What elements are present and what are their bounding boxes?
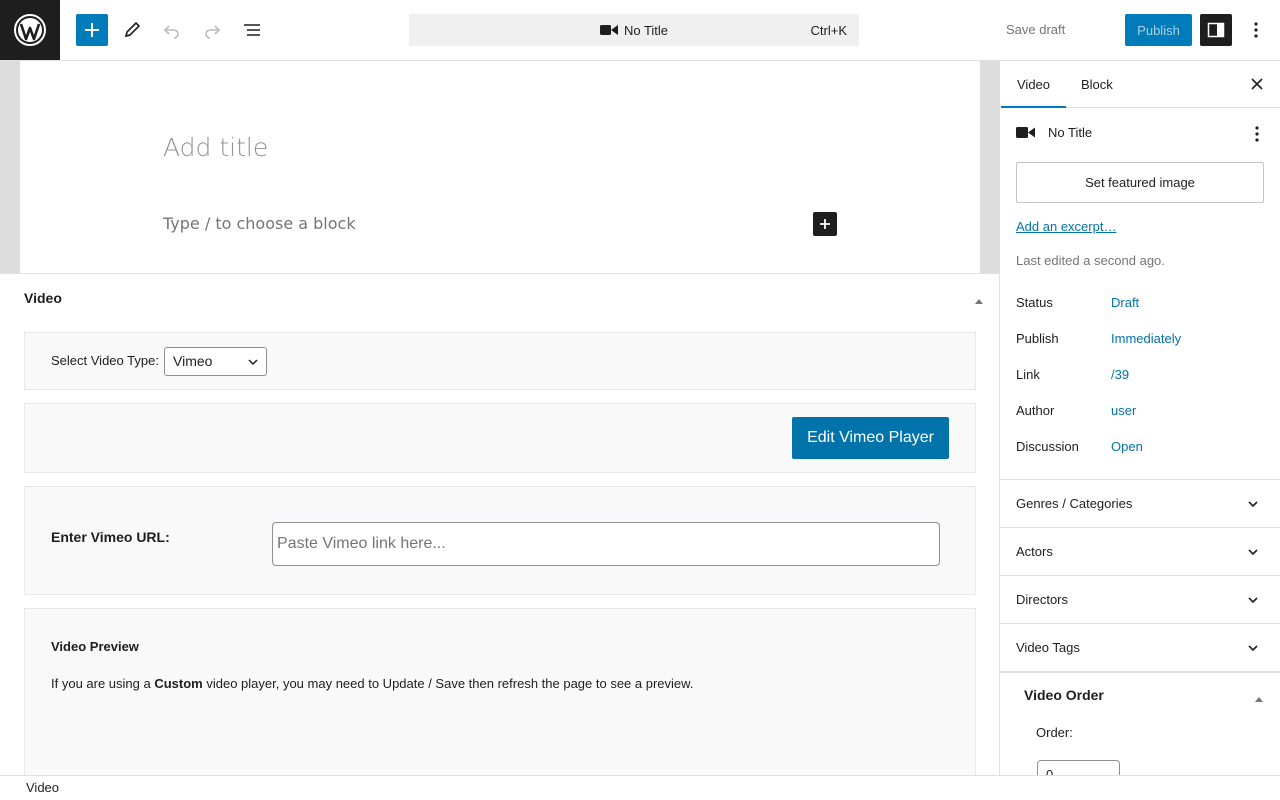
publish-button[interactable]: Publish — [1125, 14, 1192, 46]
publish-value[interactable]: Immediately — [1111, 331, 1181, 346]
add-block-button[interactable] — [76, 14, 108, 46]
video-order-title[interactable]: Video Order — [1024, 687, 1104, 703]
tab-block[interactable]: Block — [1065, 61, 1129, 108]
metabox-toggle[interactable] — [974, 292, 984, 310]
chevron-down-icon[interactable] — [1246, 641, 1260, 655]
caret-up-icon — [975, 299, 983, 304]
redo-button[interactable] — [196, 14, 228, 46]
video-type-panel: Select Video Type: Vimeo — [24, 332, 976, 390]
video-preview-text: If you are using a Custom video player, … — [51, 676, 694, 691]
video-type-value: Vimeo — [173, 353, 213, 369]
panel-genres-categories[interactable]: Genres / Categories — [1016, 496, 1132, 511]
status-value[interactable]: Draft — [1111, 295, 1139, 310]
command-palette-bar[interactable]: No Title Ctrl+K — [409, 14, 859, 46]
more-vertical-icon — [1254, 22, 1258, 38]
wordpress-logo-icon[interactable] — [0, 0, 60, 60]
discussion-value[interactable]: Open — [1111, 439, 1143, 454]
panel-video-tags[interactable]: Video Tags — [1016, 640, 1080, 655]
video-type-select[interactable]: Vimeo — [164, 347, 267, 376]
caret-up-icon — [1255, 697, 1263, 702]
post-title-input[interactable]: Add title — [163, 133, 268, 162]
chevron-down-icon[interactable] — [1246, 497, 1260, 511]
tab-video[interactable]: Video — [1001, 61, 1067, 108]
pencil-icon — [124, 21, 141, 38]
editor-canvas-wrapper: Add title Type / to choose a block — [0, 61, 999, 273]
command-title: No Title — [623, 22, 669, 38]
list-view-icon — [244, 24, 260, 36]
divider — [1000, 527, 1280, 528]
editor-content-area: Add title Type / to choose a block Video… — [0, 61, 999, 775]
chevron-down-icon — [248, 359, 258, 366]
plus-icon — [820, 219, 830, 229]
options-menu-button[interactable] — [1240, 14, 1272, 46]
tools-pencil-button[interactable] — [116, 14, 148, 46]
post-title: No Title — [1048, 125, 1093, 140]
editor-canvas: Add title Type / to choose a block — [20, 61, 980, 273]
command-shortcut: Ctrl+K — [810, 23, 847, 38]
metabox-title[interactable]: Video — [24, 290, 62, 306]
edit-vimeo-player-button[interactable]: Edit Vimeo Player — [792, 417, 949, 459]
chevron-down-icon[interactable] — [1246, 545, 1260, 559]
editor-header: No Title Ctrl+K Save draft Publish — [0, 0, 1280, 61]
divider — [1000, 623, 1280, 624]
sidebar-icon — [1207, 22, 1225, 38]
document-overview-button[interactable] — [236, 14, 268, 46]
video-camera-icon — [1016, 126, 1035, 138]
settings-sidebar: Video Block No Title Set featured image … — [999, 61, 1280, 775]
more-vertical-icon — [1255, 126, 1259, 142]
set-featured-image-button[interactable]: Set featured image — [1016, 162, 1264, 203]
redo-icon — [205, 25, 221, 39]
vimeo-url-label: Enter Vimeo URL: — [51, 529, 170, 545]
player-panel: Edit Vimeo Player — [24, 403, 976, 473]
breadcrumb[interactable]: Video — [26, 780, 59, 795]
add-excerpt-link[interactable]: Add an excerpt… — [1016, 219, 1116, 234]
metabox-area: Video Select Video Type: Vimeo Edit Vime… — [0, 273, 999, 775]
default-block-appender[interactable]: Type / to choose a block — [163, 214, 356, 233]
order-label: Order: — [1036, 725, 1073, 740]
undo-button[interactable] — [156, 14, 188, 46]
status-label: Status — [1016, 295, 1053, 310]
close-sidebar-button[interactable] — [1249, 76, 1265, 97]
divider — [1000, 671, 1280, 673]
panel-directors[interactable]: Directors — [1016, 592, 1068, 607]
vimeo-url-panel: Enter Vimeo URL: Paste Vimeo link here..… — [24, 486, 976, 595]
video-type-label: Select Video Type: — [51, 353, 159, 368]
order-input[interactable]: 0 — [1037, 760, 1120, 775]
post-actions-button[interactable] — [1254, 125, 1260, 148]
last-edited-text: Last edited a second ago. — [1016, 253, 1165, 268]
author-label: Author — [1016, 403, 1055, 418]
close-icon — [1251, 78, 1263, 90]
video-preview-title: Video Preview — [51, 639, 139, 654]
video-order-toggle[interactable] — [1254, 690, 1264, 708]
link-label: Link — [1016, 367, 1040, 382]
plus-icon — [85, 23, 99, 37]
video-preview-panel: Video Preview If you are using a Custom … — [24, 608, 976, 775]
discussion-label: Discussion — [1016, 439, 1079, 454]
author-value[interactable]: user — [1111, 403, 1136, 418]
vimeo-url-input[interactable]: Paste Vimeo link here... — [272, 522, 940, 566]
divider — [1000, 479, 1280, 480]
link-value[interactable]: /39 — [1111, 367, 1129, 382]
save-draft-button[interactable]: Save draft — [996, 14, 1075, 46]
block-inserter-button[interactable] — [813, 212, 837, 236]
panel-actors[interactable]: Actors — [1016, 544, 1053, 559]
undo-icon — [163, 25, 179, 39]
divider — [1000, 575, 1280, 576]
chevron-down-icon[interactable] — [1246, 593, 1260, 607]
settings-toggle-button[interactable] — [1200, 14, 1232, 46]
publish-label: Publish — [1016, 331, 1059, 346]
video-camera-icon — [599, 25, 618, 35]
post-summary: No Title — [1016, 125, 1092, 140]
sidebar-tabs: Video Block — [1000, 61, 1280, 108]
editor-footer: Video — [0, 775, 1280, 800]
